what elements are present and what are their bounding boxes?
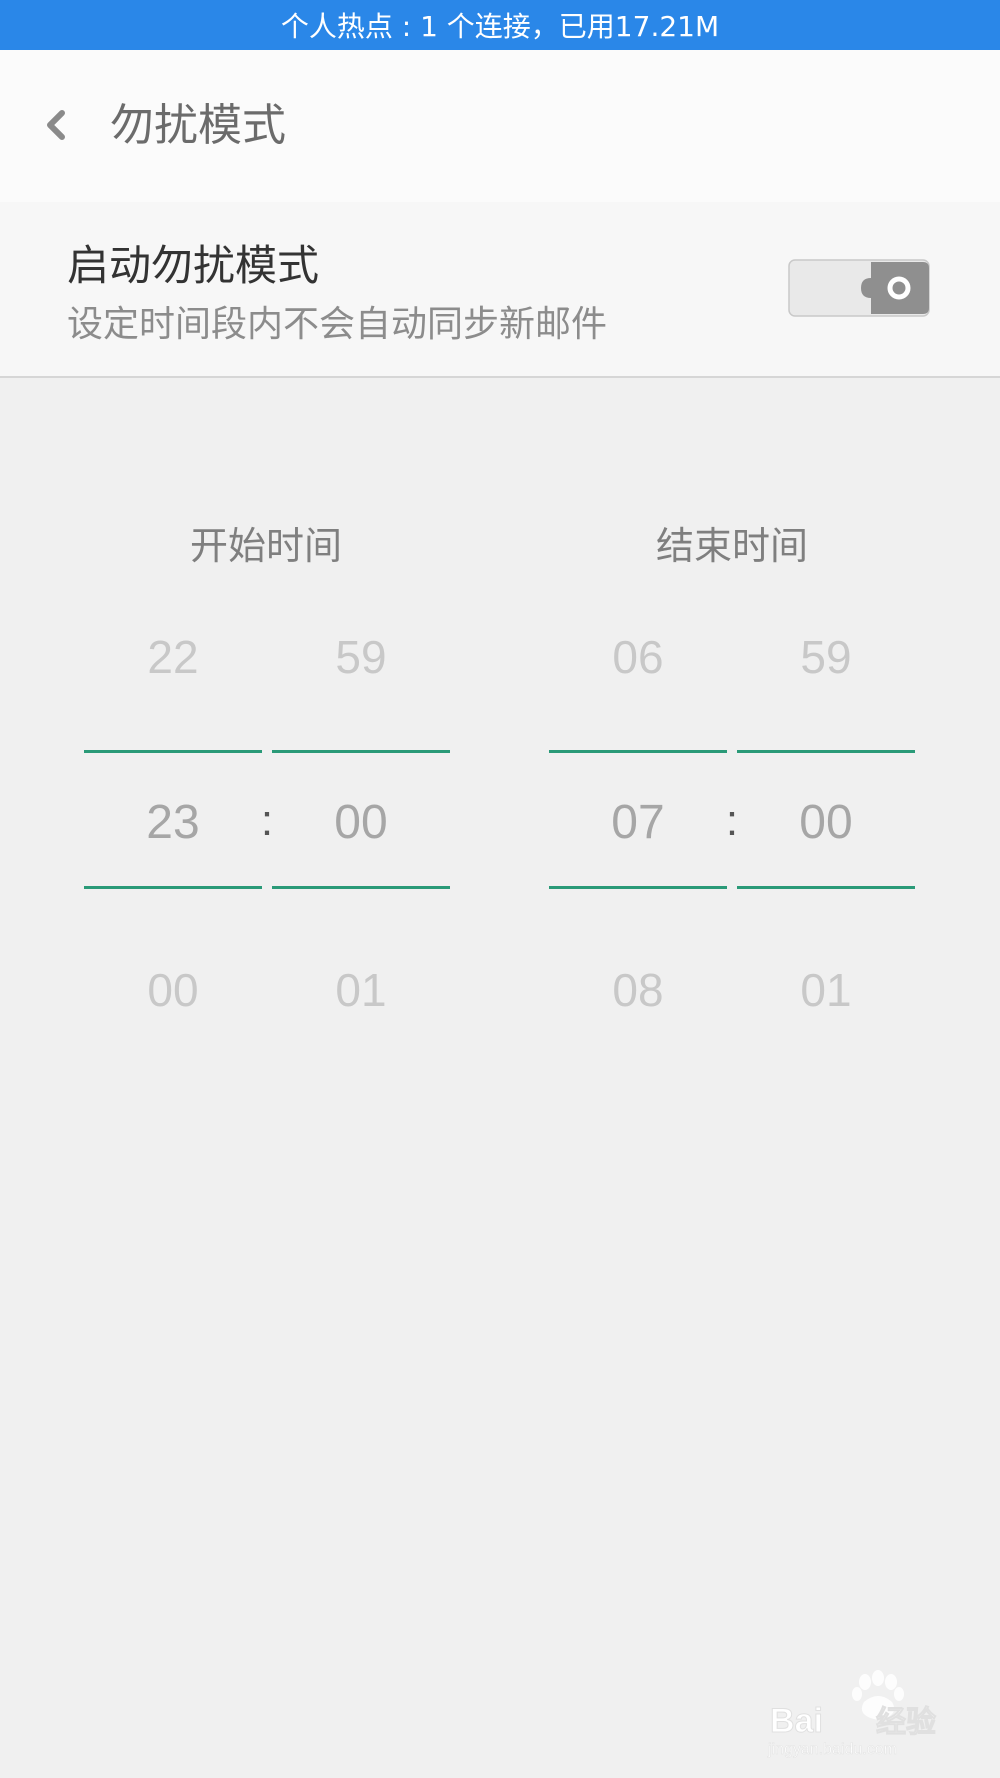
start-hour-bottom-line	[84, 886, 262, 889]
start-minute-above[interactable]: 59	[272, 627, 450, 687]
end-minute-selected[interactable]: 00	[737, 793, 915, 853]
dnd-subtitle: 设定时间段内不会自动同步新邮件	[67, 304, 608, 345]
baidu-jingyan-watermark: Bai 经验 jingyan.baidu.com	[760, 1670, 960, 1760]
chevron-left-icon[interactable]	[38, 105, 72, 145]
end-hour-top-line	[549, 750, 727, 753]
page-title: 勿扰模式	[110, 100, 286, 151]
start-hour-top-line	[84, 750, 262, 753]
end-hour-below[interactable]: 08	[549, 960, 727, 1020]
end-minute-bottom-line	[737, 886, 915, 889]
status-bar-text: 个人热点 : 1 个连接，已用17.21M	[280, 10, 720, 43]
start-hour-selected[interactable]: 23	[84, 793, 262, 853]
start-hour-above[interactable]: 22	[84, 627, 262, 687]
svg-text:jingyan.baidu.com: jingyan.baidu.com	[767, 1741, 897, 1758]
start-minute-below[interactable]: 01	[272, 960, 450, 1020]
end-hour-above[interactable]: 06	[549, 627, 727, 687]
start-time-label: 开始时间	[189, 524, 342, 568]
start-hour-below[interactable]: 00	[84, 960, 262, 1020]
dnd-title: 启动勿扰模式	[67, 241, 320, 290]
start-minute-bottom-line	[272, 886, 450, 889]
dnd-toggle-row[interactable]: 启动勿扰模式 设定时间段内不会自动同步新邮件	[0, 202, 1000, 378]
end-minute-above[interactable]: 59	[737, 627, 915, 687]
end-hour-bottom-line	[549, 886, 727, 889]
end-time-label: 结束时间	[655, 524, 808, 568]
header-bar: 勿扰模式	[0, 50, 1000, 202]
svg-text:经验: 经验	[876, 1705, 936, 1740]
end-hour-selected[interactable]: 07	[549, 793, 727, 853]
svg-text:Bai: Bai	[770, 1702, 823, 1740]
start-minute-top-line	[272, 750, 450, 753]
end-minute-below[interactable]: 01	[737, 960, 915, 1020]
dnd-toggle-switch[interactable]	[787, 254, 931, 322]
end-minute-top-line	[737, 750, 915, 753]
status-bar: 个人热点 : 1 个连接，已用17.21M	[0, 0, 1000, 50]
start-minute-selected[interactable]: 00	[272, 793, 450, 853]
